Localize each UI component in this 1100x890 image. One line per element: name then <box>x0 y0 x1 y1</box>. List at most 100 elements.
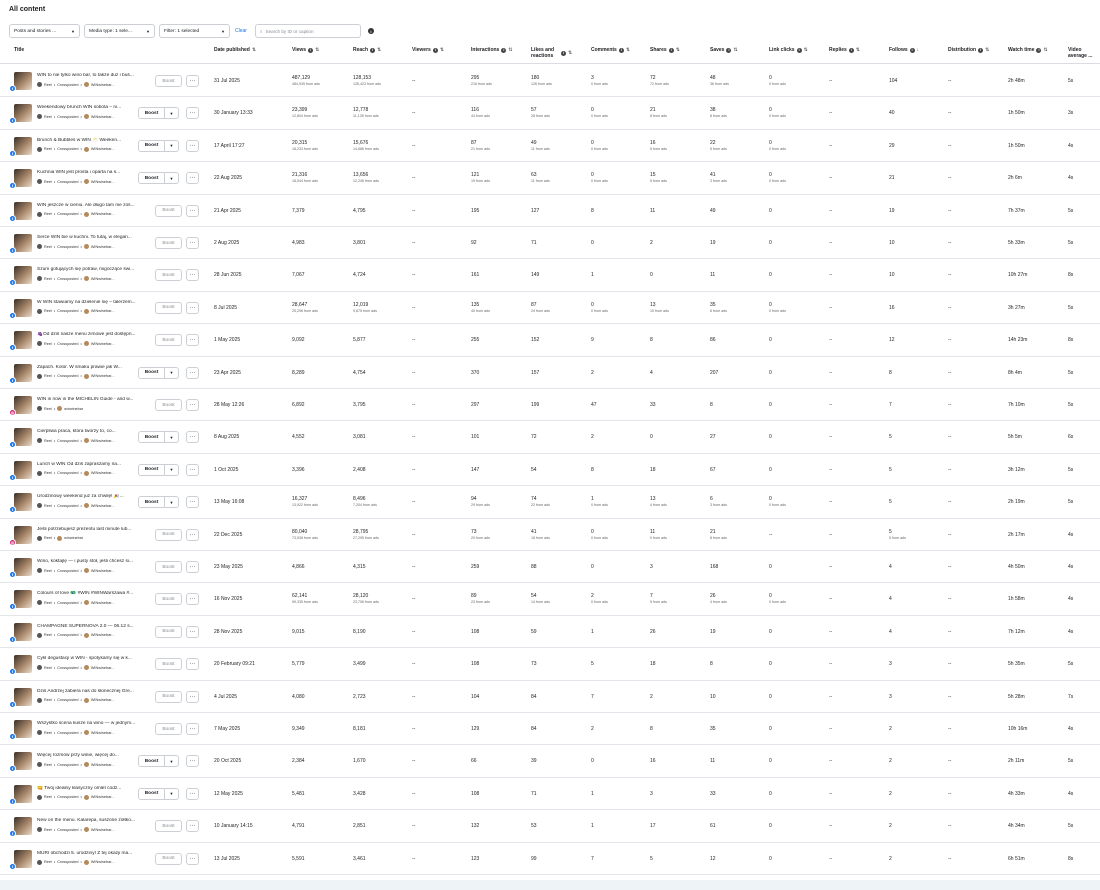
sort-icon[interactable]: ⇅ <box>252 47 256 53</box>
post-caption[interactable]: Wino, koktajlę — i pusty stół, jeśli chc… <box>37 559 151 564</box>
col-likes-reactions[interactable]: Likes and reactions i ⇅ <box>531 47 581 59</box>
more-options-button[interactable]: ··· <box>186 237 199 249</box>
col-shares[interactable]: Shares i ⇅ <box>650 47 680 53</box>
col-comments[interactable]: Comments i ⇅ <box>591 47 630 53</box>
post-thumbnail[interactable] <box>14 849 32 868</box>
table-row[interactable]: f Serce WIN bie w kuchni. To tutaj, w ele… <box>0 227 1100 260</box>
info-icon[interactable]: i <box>726 47 732 53</box>
post-thumbnail[interactable] <box>14 136 32 155</box>
table-row[interactable]: f Więcej rozmów przy winie, więcej do... R… <box>0 745 1100 778</box>
post-caption[interactable]: Więcej rozmów przy winie, więcej do... <box>37 753 151 758</box>
sort-icon[interactable]: ⇅ <box>733 47 737 53</box>
sort-icon[interactable]: ⇅ <box>440 47 444 53</box>
post-thumbnail[interactable] <box>14 752 32 771</box>
post-thumbnail[interactable] <box>14 655 32 674</box>
table-row[interactable]: f Urodzinowy weekend już za chwilę! 🎉... R… <box>0 486 1100 519</box>
boost-button[interactable]: Boost <box>138 431 165 444</box>
table-row[interactable]: f Cykl degustacji w WIN - spotykamy się w… <box>0 648 1100 681</box>
post-thumbnail[interactable] <box>14 622 32 641</box>
col-views[interactable]: Views i ⇅ <box>292 47 319 53</box>
sort-icon[interactable]: ⇅ <box>626 47 630 53</box>
more-options-button[interactable]: ··· <box>186 625 199 638</box>
more-options-button[interactable]: ··· <box>186 431 199 444</box>
post-caption[interactable]: Wszystko scena kusze na wino — w jednym.… <box>37 721 151 726</box>
col-video-average[interactable]: Video average ... <box>1068 47 1100 59</box>
post-caption[interactable]: Szum gotujących się potraw, migoczące św… <box>37 267 151 272</box>
post-caption[interactable]: Cykl degustacji w WIN - spotykamy się w … <box>37 656 151 661</box>
boost-dropdown[interactable]: ▼ <box>165 496 179 509</box>
post-thumbnail[interactable] <box>14 460 32 479</box>
boost-dropdown[interactable]: ▼ <box>165 366 179 379</box>
sort-icon[interactable]: ⇅ <box>377 47 381 53</box>
post-thumbnail[interactable] <box>14 784 32 803</box>
post-caption[interactable]: Brunch & Bubbles w WIN 🥂 Weeken... <box>37 138 151 143</box>
table-row[interactable]: f W WIN stawiamy na dzielenie się – taler… <box>0 292 1100 325</box>
boost-dropdown[interactable]: ▼ <box>165 107 179 120</box>
info-icon[interactable]: i <box>909 47 915 53</box>
info-icon[interactable]: i <box>1036 47 1042 53</box>
sort-icon[interactable]: ⇅ <box>568 50 572 56</box>
post-thumbnail[interactable] <box>14 266 32 285</box>
table-row[interactable]: f Weekendowy brunch WIN sobota – ni... Ree… <box>0 97 1100 130</box>
more-options-button[interactable]: ··· <box>186 820 199 833</box>
table-row[interactable]: f WIN jeszcze w cieniu. Ale długo tam nie… <box>0 195 1100 227</box>
post-thumbnail[interactable] <box>14 201 32 220</box>
post-caption[interactable]: Cierpliwa praca, która tworzy to, co... <box>37 429 151 434</box>
more-options-button[interactable]: ··· <box>186 75 199 87</box>
more-options-button[interactable]: ··· <box>186 139 199 152</box>
boost-dropdown[interactable]: ▼ <box>165 139 179 152</box>
post-thumbnail[interactable] <box>14 396 32 414</box>
more-options-button[interactable]: ··· <box>186 269 199 282</box>
post-caption[interactable]: Zapach. Kolor. W smaku prawie jak W... <box>37 365 151 370</box>
col-saves[interactable]: Saves i ⇅ <box>710 47 738 53</box>
post-thumbnail[interactable] <box>14 331 32 350</box>
info-icon[interactable]: i <box>308 47 314 53</box>
post-caption[interactable]: MURI obchodzi 5. urodziny! Z tej okazji … <box>37 851 151 856</box>
more-options-button[interactable]: ··· <box>186 366 199 379</box>
more-options-button[interactable]: ··· <box>186 496 199 509</box>
table-row[interactable]: ◎ WIN is now in the MICHELIN Guide - and … <box>0 389 1100 422</box>
post-caption[interactable]: 🍇Od dziś nasze menu zimowe jest dostępn.… <box>37 332 151 337</box>
post-thumbnail[interactable] <box>14 169 32 188</box>
boost-dropdown[interactable]: ▼ <box>165 431 179 444</box>
more-options-button[interactable]: ··· <box>186 204 199 217</box>
col-follows[interactable]: Follows i ↓ <box>889 47 919 53</box>
more-options-button[interactable]: ··· <box>186 593 199 606</box>
post-thumbnail[interactable] <box>14 104 32 123</box>
info-icon[interactable]: i <box>668 47 674 53</box>
post-caption[interactable]: Colours of love 🦚 #WIN #WINWarszawa #... <box>37 591 151 596</box>
boost-button[interactable]: Boost <box>138 496 165 509</box>
boost-button[interactable]: Boost <box>138 366 165 379</box>
col-reach[interactable]: Reach i ⇅ <box>353 47 381 53</box>
filter-dropdown[interactable]: Filter: 1 selected ▼ <box>159 24 230 38</box>
post-thumbnail[interactable] <box>14 72 32 90</box>
post-caption[interactable]: Lunch w WIN Od dziś zapraszamy na... <box>37 462 151 467</box>
boost-dropdown[interactable]: ▼ <box>165 463 179 476</box>
more-options-button[interactable]: ··· <box>186 658 199 671</box>
post-thumbnail[interactable] <box>14 363 32 382</box>
info-icon[interactable]: i <box>618 47 624 53</box>
more-options-button[interactable]: ··· <box>186 787 199 800</box>
table-row[interactable]: f Cierpliwa praca, która tworzy to, co...… <box>0 421 1100 454</box>
info-icon[interactable]: i <box>501 47 507 53</box>
post-thumbnail[interactable] <box>14 687 32 706</box>
more-options-button[interactable]: ··· <box>186 723 199 735</box>
post-caption[interactable]: Serce WIN bie w kuchni. To tutaj, w eleg… <box>37 235 151 240</box>
info-icon[interactable]: i <box>561 50 566 56</box>
table-row[interactable]: f Dziś Andrzej zabiera nas do słonecznej … <box>0 681 1100 713</box>
more-options-button[interactable]: ··· <box>186 463 199 476</box>
boost-button[interactable]: Boost <box>138 107 165 120</box>
boost-button[interactable]: Boost <box>138 463 165 476</box>
sort-icon[interactable]: ⇅ <box>508 47 512 53</box>
more-options-button[interactable]: ··· <box>186 852 199 865</box>
post-caption[interactable]: WIN to nie tylko wino bar, to także duż … <box>37 73 151 78</box>
post-caption[interactable]: Dziś Andrzej zabiera nas do słonecznej G… <box>37 689 151 694</box>
table-row[interactable]: f Zapach. Kolor. W smaku prawie jak W... R… <box>0 357 1100 389</box>
info-icon[interactable]: i <box>848 47 854 53</box>
more-options-button[interactable]: ··· <box>186 399 199 411</box>
col-replies[interactable]: Replies i ⇅ <box>829 47 860 53</box>
more-options-button[interactable]: ··· <box>186 301 199 314</box>
search-input[interactable]: ⌕ Search by ID or caption <box>254 24 361 38</box>
table-row[interactable]: f MURI obchodzi 5. urodziny! Z tej okazji… <box>0 843 1100 875</box>
post-caption[interactable]: W WIN stawiamy na dzielenie się – talerz… <box>37 300 151 305</box>
